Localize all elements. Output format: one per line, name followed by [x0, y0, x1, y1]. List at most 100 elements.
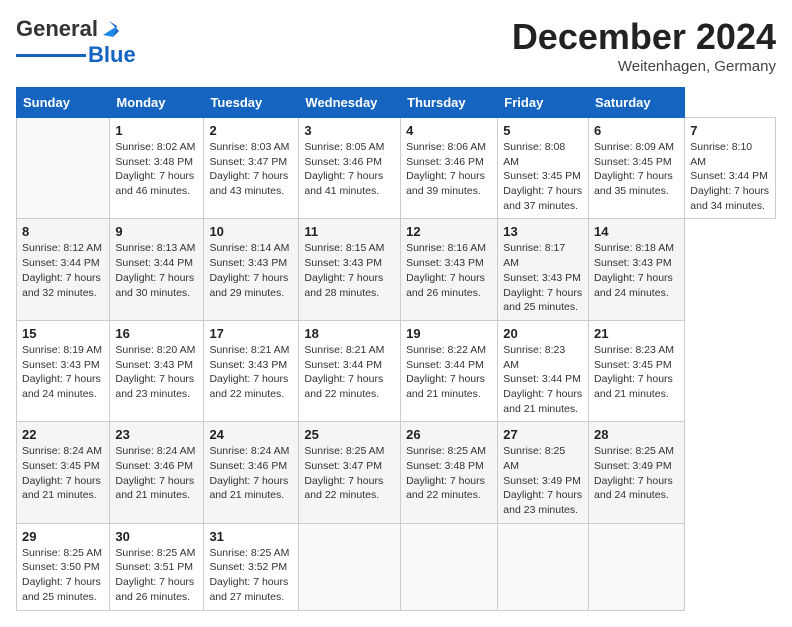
calendar-cell: 26Sunrise: 8:25 AM Sunset: 3:48 PM Dayli…	[401, 422, 498, 523]
calendar-cell: 24 Sunrise: 8:24 AM Sunset: 3:46 PM Dayli…	[204, 422, 299, 523]
day-info: Sunrise: 8:16 AM Sunset: 3:43 PM Dayligh…	[406, 241, 492, 300]
calendar-cell: 10Sunrise: 8:14 AM Sunset: 3:43 PM Dayli…	[204, 219, 299, 320]
calendar-cell	[498, 523, 589, 610]
calendar-cell	[17, 118, 110, 219]
calendar-cell: 20 Sunrise: 8:23 AM Sunset: 3:44 PM Dayli…	[498, 320, 589, 421]
day-info: Sunrise: 8:15 AM Sunset: 3:43 PM Dayligh…	[304, 241, 395, 300]
day-info: Sunrise: 8:18 AM Sunset: 3:43 PM Dayligh…	[594, 241, 679, 300]
day-number: 19	[406, 326, 492, 341]
day-number: 3	[304, 123, 395, 138]
calendar-cell: 3 Sunrise: 8:05 AM Sunset: 3:46 PM Daylig…	[299, 118, 401, 219]
calendar-cell: 14 Sunrise: 8:18 AM Sunset: 3:43 PM Dayli…	[589, 219, 685, 320]
calendar-cell: 11 Sunrise: 8:15 AM Sunset: 3:43 PM Dayli…	[299, 219, 401, 320]
day-info: Sunrise: 8:20 AM Sunset: 3:43 PM Dayligh…	[115, 343, 198, 402]
day-number: 24	[209, 427, 293, 442]
logo-underline	[16, 54, 86, 57]
page-header: General Blue December 2024 Weitenhagen, …	[16, 16, 776, 75]
calendar-week-1: 1 Sunrise: 8:02 AM Sunset: 3:48 PM Daylig…	[17, 118, 776, 219]
day-info: Sunrise: 8:25 AM Sunset: 3:49 PM Dayligh…	[594, 444, 679, 503]
calendar-cell: 17Sunrise: 8:21 AM Sunset: 3:43 PM Dayli…	[204, 320, 299, 421]
day-info: Sunrise: 8:21 AM Sunset: 3:44 PM Dayligh…	[304, 343, 395, 402]
day-info: Sunrise: 8:25 AM Sunset: 3:48 PM Dayligh…	[406, 444, 492, 503]
calendar-cell: 18 Sunrise: 8:21 AM Sunset: 3:44 PM Dayli…	[299, 320, 401, 421]
calendar-week-3: 15 Sunrise: 8:19 AM Sunset: 3:43 PM Dayli…	[17, 320, 776, 421]
logo-bottom-row: Blue	[16, 42, 136, 68]
calendar-week-2: 8 Sunrise: 8:12 AM Sunset: 3:44 PM Daylig…	[17, 219, 776, 320]
day-info: Sunrise: 8:25 AM Sunset: 3:50 PM Dayligh…	[22, 546, 104, 605]
day-number: 14	[594, 224, 679, 239]
day-info: Sunrise: 8:17 AM Sunset: 3:43 PM Dayligh…	[503, 241, 583, 314]
logo: General Blue	[16, 16, 136, 68]
day-info: Sunrise: 8:06 AM Sunset: 3:46 PM Dayligh…	[406, 140, 492, 199]
calendar-cell: 2Sunrise: 8:03 AM Sunset: 3:47 PM Daylig…	[204, 118, 299, 219]
day-number: 2	[209, 123, 293, 138]
day-number: 16	[115, 326, 198, 341]
header-row: SundayMondayTuesdayWednesdayThursdayFrid…	[17, 88, 776, 118]
day-number: 6	[594, 123, 679, 138]
logo-icon: General	[16, 16, 121, 42]
calendar-cell: 29 Sunrise: 8:25 AM Sunset: 3:50 PM Dayli…	[17, 523, 110, 610]
day-number: 25	[304, 427, 395, 442]
calendar-body: 1 Sunrise: 8:02 AM Sunset: 3:48 PM Daylig…	[17, 118, 776, 611]
column-header-tuesday: Tuesday	[204, 88, 299, 118]
calendar-cell: 6 Sunrise: 8:09 AM Sunset: 3:45 PM Daylig…	[589, 118, 685, 219]
day-info: Sunrise: 8:23 AM Sunset: 3:44 PM Dayligh…	[503, 343, 583, 416]
day-info: Sunrise: 8:21 AM Sunset: 3:43 PM Dayligh…	[209, 343, 293, 402]
calendar-cell: 19 Sunrise: 8:22 AM Sunset: 3:44 PM Dayli…	[401, 320, 498, 421]
logo-general-text: General	[16, 16, 98, 42]
day-number: 15	[22, 326, 104, 341]
column-header-thursday: Thursday	[401, 88, 498, 118]
day-info: Sunrise: 8:09 AM Sunset: 3:45 PM Dayligh…	[594, 140, 679, 199]
day-info: Sunrise: 8:25 AM Sunset: 3:52 PM Dayligh…	[209, 546, 293, 605]
day-info: Sunrise: 8:13 AM Sunset: 3:44 PM Dayligh…	[115, 241, 198, 300]
day-number: 18	[304, 326, 395, 341]
day-info: Sunrise: 8:02 AM Sunset: 3:48 PM Dayligh…	[115, 140, 198, 199]
day-number: 8	[22, 224, 104, 239]
day-number: 1	[115, 123, 198, 138]
calendar-cell: 7Sunrise: 8:10 AM Sunset: 3:44 PM Daylig…	[685, 118, 776, 219]
day-number: 11	[304, 224, 395, 239]
calendar-cell: 4 Sunrise: 8:06 AM Sunset: 3:46 PM Daylig…	[401, 118, 498, 219]
day-number: 23	[115, 427, 198, 442]
logo-arrow-icon	[99, 17, 121, 39]
calendar-cell: 5 Sunrise: 8:08 AM Sunset: 3:45 PM Daylig…	[498, 118, 589, 219]
day-info: Sunrise: 8:24 AM Sunset: 3:45 PM Dayligh…	[22, 444, 104, 503]
column-header-wednesday: Wednesday	[299, 88, 401, 118]
title-block: December 2024 Weitenhagen, Germany	[512, 16, 776, 75]
day-number: 4	[406, 123, 492, 138]
calendar-cell: 9 Sunrise: 8:13 AM Sunset: 3:44 PM Daylig…	[110, 219, 204, 320]
calendar-header: SundayMondayTuesdayWednesdayThursdayFrid…	[17, 88, 776, 118]
day-info: Sunrise: 8:24 AM Sunset: 3:46 PM Dayligh…	[209, 444, 293, 503]
calendar-cell: 16 Sunrise: 8:20 AM Sunset: 3:43 PM Dayli…	[110, 320, 204, 421]
calendar-cell: 13 Sunrise: 8:17 AM Sunset: 3:43 PM Dayli…	[498, 219, 589, 320]
month-title: December 2024	[512, 16, 776, 58]
day-number: 28	[594, 427, 679, 442]
day-number: 13	[503, 224, 583, 239]
column-header-saturday: Saturday	[589, 88, 685, 118]
day-info: Sunrise: 8:05 AM Sunset: 3:46 PM Dayligh…	[304, 140, 395, 199]
calendar-cell	[401, 523, 498, 610]
day-info: Sunrise: 8:22 AM Sunset: 3:44 PM Dayligh…	[406, 343, 492, 402]
logo-blue-text: Blue	[88, 42, 136, 68]
day-info: Sunrise: 8:08 AM Sunset: 3:45 PM Dayligh…	[503, 140, 583, 213]
day-info: Sunrise: 8:12 AM Sunset: 3:44 PM Dayligh…	[22, 241, 104, 300]
day-number: 29	[22, 529, 104, 544]
day-info: Sunrise: 8:24 AM Sunset: 3:46 PM Dayligh…	[115, 444, 198, 503]
column-header-friday: Friday	[498, 88, 589, 118]
day-info: Sunrise: 8:19 AM Sunset: 3:43 PM Dayligh…	[22, 343, 104, 402]
day-number: 31	[209, 529, 293, 544]
calendar-cell: 1 Sunrise: 8:02 AM Sunset: 3:48 PM Daylig…	[110, 118, 204, 219]
day-number: 5	[503, 123, 583, 138]
day-number: 20	[503, 326, 583, 341]
day-info: Sunrise: 8:10 AM Sunset: 3:44 PM Dayligh…	[690, 140, 770, 213]
day-number: 22	[22, 427, 104, 442]
day-info: Sunrise: 8:14 AM Sunset: 3:43 PM Dayligh…	[209, 241, 293, 300]
calendar-week-5: 29 Sunrise: 8:25 AM Sunset: 3:50 PM Dayli…	[17, 523, 776, 610]
day-number: 9	[115, 224, 198, 239]
calendar-cell: 15 Sunrise: 8:19 AM Sunset: 3:43 PM Dayli…	[17, 320, 110, 421]
column-header-monday: Monday	[110, 88, 204, 118]
calendar-cell: 31 Sunrise: 8:25 AM Sunset: 3:52 PM Dayli…	[204, 523, 299, 610]
calendar-cell	[299, 523, 401, 610]
calendar-cell: 27Sunrise: 8:25 AM Sunset: 3:49 PM Dayli…	[498, 422, 589, 523]
calendar-table: SundayMondayTuesdayWednesdayThursdayFrid…	[16, 87, 776, 611]
